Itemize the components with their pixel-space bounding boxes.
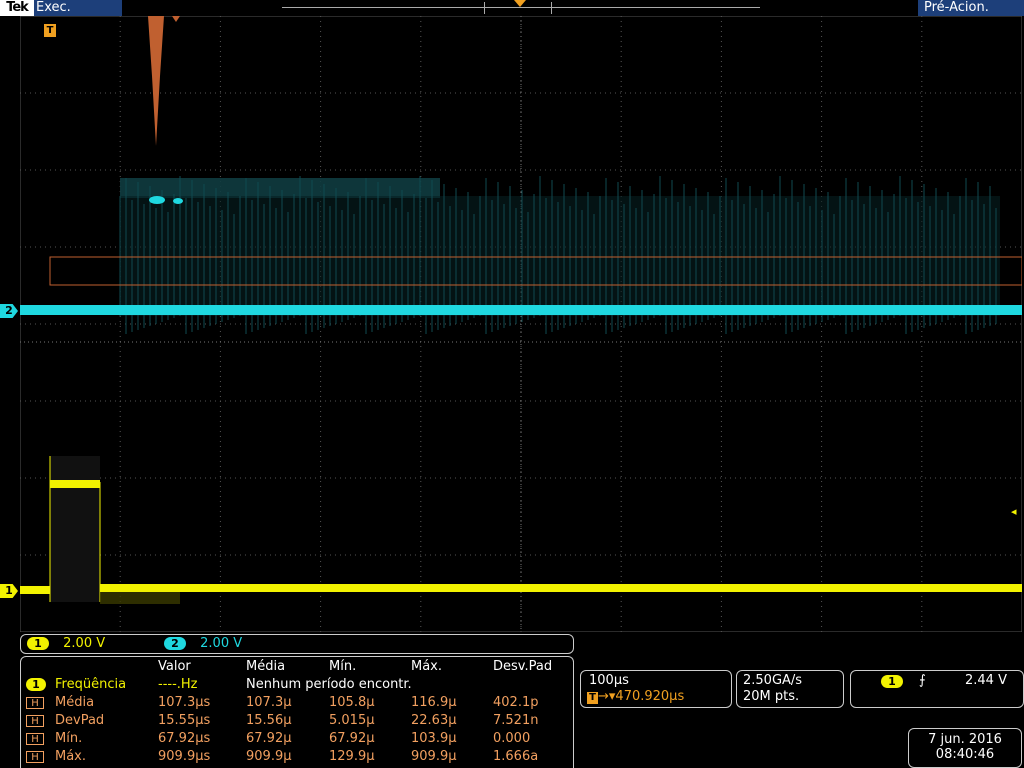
horizontal-delay-readout: T →▾470.920μs bbox=[587, 689, 684, 704]
run-status[interactable]: Exec. bbox=[34, 0, 122, 16]
measurement-label: Máx. bbox=[55, 749, 87, 764]
trigger-tag-icon: T bbox=[587, 692, 598, 704]
freq-note: Nenhum período encontr. bbox=[246, 677, 412, 692]
header-valor: Valor bbox=[158, 659, 191, 674]
top-status-bar: Tek Exec. Pré-Acion. bbox=[0, 0, 1024, 16]
freq-ch1-badge: 1 bbox=[26, 678, 46, 691]
header-media: Média bbox=[246, 659, 286, 674]
ch1-scale-value: 2.00 V bbox=[63, 636, 106, 651]
measurement-value: 67.92μ bbox=[329, 731, 375, 746]
horizontal-scale: 100μs bbox=[589, 673, 629, 688]
sample-rate: 2.50GA/s bbox=[743, 673, 803, 688]
measurement-value: 402.1p bbox=[493, 695, 539, 710]
trigger-position-icon bbox=[514, 0, 526, 7]
time: 08:40:46 bbox=[935, 747, 995, 762]
freq-value: ----.Hz bbox=[158, 677, 198, 692]
measurement-value: 0.000 bbox=[493, 731, 531, 746]
trigger-position-marker: T bbox=[44, 24, 56, 37]
measurement-row[interactable]: H Mín. 67.92μs 67.92μ 67.92μ 103.9μ 0.000 bbox=[21, 730, 575, 748]
trigger-level: 2.44 V bbox=[965, 673, 1007, 688]
date: 7 jun. 2016 bbox=[928, 732, 1002, 747]
acquisition-info[interactable]: 2.50GA/s 20M pts. bbox=[736, 670, 844, 708]
measurement-header-row: Valor Média Mín. Máx. Desv.Pad bbox=[21, 658, 575, 676]
ch1-scale-readout[interactable]: 1 2.00 V bbox=[27, 636, 105, 651]
measurement-value: 67.92μ bbox=[246, 731, 292, 746]
ch2-ground-marker[interactable]: 2 bbox=[0, 304, 18, 318]
measurement-label: Média bbox=[55, 695, 95, 710]
measurement-value: 105.8μ bbox=[329, 695, 375, 710]
measurement-value: 22.63μ bbox=[411, 713, 457, 728]
measurement-label: Mín. bbox=[55, 731, 83, 746]
ch1-badge: 1 bbox=[27, 637, 49, 650]
measurement-row[interactable]: H Média 107.3μs 107.3μ 105.8μ 116.9μ 402.1p bbox=[21, 694, 575, 712]
measurement-value: 1.666a bbox=[493, 749, 539, 764]
trigger-source-badge: 1 bbox=[881, 675, 903, 688]
histogram-source-icon: H bbox=[26, 732, 44, 745]
record-length: 20M pts. bbox=[743, 689, 800, 704]
measurement-value: 116.9μ bbox=[411, 695, 457, 710]
histogram-source-icon: H bbox=[26, 750, 44, 763]
ch2-scale-readout[interactable]: 2 2.00 V bbox=[164, 636, 242, 651]
channel-scale-bar: 1 2.00 V 2 2.00 V bbox=[20, 634, 574, 654]
measurement-row[interactable]: H Máx. 909.9μs 909.9μ 129.9μ 909.9μ 1.666a bbox=[21, 748, 575, 766]
measurement-value: 107.3μ bbox=[246, 695, 292, 710]
horizontal-delay: →▾470.920μs bbox=[598, 689, 685, 704]
histogram-source-icon: H bbox=[26, 696, 44, 709]
measurement-value: 129.9μ bbox=[329, 749, 375, 764]
ch2-badge: 2 bbox=[164, 637, 186, 650]
measurement-value: 909.9μ bbox=[246, 749, 292, 764]
header-min: Mín. bbox=[329, 659, 357, 674]
freq-label: Freqüência bbox=[55, 677, 127, 692]
measurement-value: 909.9μs bbox=[158, 749, 211, 764]
ch2-trace bbox=[20, 305, 1022, 315]
tek-logo: Tek bbox=[0, 0, 34, 16]
measurement-value: 5.015μ bbox=[329, 713, 375, 728]
measurement-table[interactable]: Valor Média Mín. Máx. Desv.Pad 1 Freqüên… bbox=[20, 656, 574, 768]
header-max: Máx. bbox=[411, 659, 443, 674]
date-time-display: 7 jun. 2016 08:40:46 bbox=[908, 728, 1022, 768]
ch1-ground-marker[interactable]: 1 bbox=[0, 584, 18, 598]
measurement-label: DevPad bbox=[55, 713, 105, 728]
measurement-value: 67.92μs bbox=[158, 731, 211, 746]
measurement-value: 909.9μ bbox=[411, 749, 457, 764]
measurement-value: 15.56μ bbox=[246, 713, 292, 728]
rising-edge-icon: ⨍ bbox=[919, 673, 926, 688]
measurement-value: 103.9μ bbox=[411, 731, 457, 746]
horizontal-timebase[interactable]: 100μs T →▾470.920μs bbox=[580, 670, 732, 708]
measurement-row-frequency[interactable]: 1 Freqüência ----.Hz Nenhum período enco… bbox=[21, 676, 575, 694]
measurement-value: 107.3μs bbox=[158, 695, 211, 710]
trigger-level-marker: ◂ bbox=[1011, 505, 1017, 518]
measurement-value: 7.521n bbox=[493, 713, 539, 728]
header-desvpad: Desv.Pad bbox=[493, 659, 553, 674]
waveform-display[interactable] bbox=[20, 16, 1022, 632]
trigger-info[interactable]: 1 ⨍ 2.44 V bbox=[850, 670, 1024, 708]
acquisition-status[interactable]: Pré-Acion. bbox=[918, 0, 1024, 16]
measurement-row[interactable]: H DevPad 15.55μs 15.56μ 5.015μ 22.63μ 7.521n bbox=[21, 712, 575, 730]
measurement-value: 15.55μs bbox=[158, 713, 211, 728]
ch2-scale-value: 2.00 V bbox=[200, 636, 243, 651]
histogram-source-icon: H bbox=[26, 714, 44, 727]
